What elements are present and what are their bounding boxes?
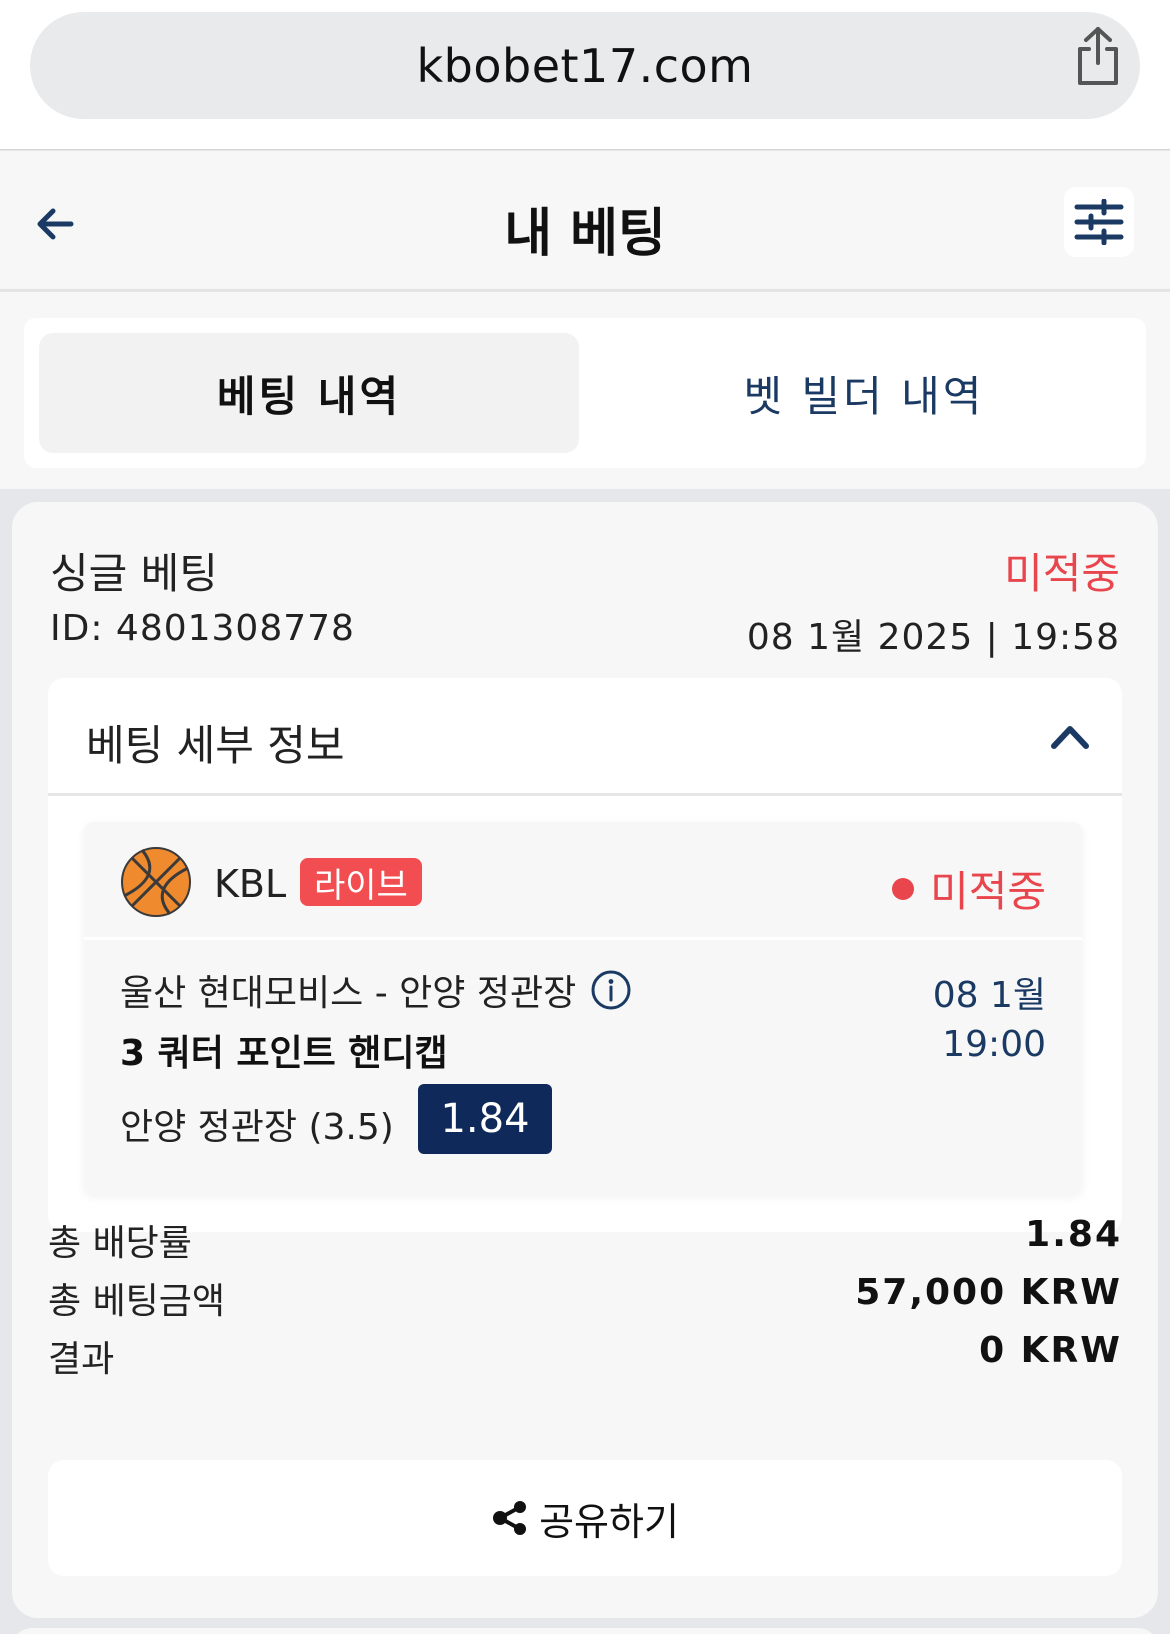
- collapse-button[interactable]: [1048, 714, 1092, 758]
- summary-label: 결과: [48, 1339, 115, 1380]
- summary-value: 0 KRW: [979, 1330, 1122, 1371]
- url-bar[interactable]: kbobet17.com: [30, 12, 1140, 119]
- market-name: 3 쿼터 포인트 핸디캡: [120, 1033, 448, 1074]
- basketball-icon: [121, 847, 191, 917]
- event-card: KBL 라이브 미적중 울산 현대모비스 - 안양 정관장 08 1월 3 쿼터…: [84, 822, 1082, 1194]
- summary-total-odds: 총 배당률 1.84: [48, 1214, 1122, 1264]
- bet-details-header[interactable]: 베팅 세부 정보: [48, 678, 1122, 796]
- url-text: kbobet17.com: [416, 38, 754, 93]
- next-bet-card: [12, 1628, 1158, 1634]
- bet-id: ID: 4801308778: [50, 608, 355, 649]
- bet-datetime: 08 1월 2025 | 19:58: [746, 617, 1120, 658]
- bet-details-panel: 베팅 세부 정보 KBL 라이브 미적중 울산 현대모비스 - 안양 정관장 0…: [48, 678, 1122, 1232]
- league-name: KBL: [214, 862, 287, 906]
- event-header: KBL 라이브 미적중: [84, 822, 1082, 940]
- event-status: 미적중: [892, 858, 1046, 919]
- page-title: 내 베팅: [504, 204, 666, 264]
- browser-chrome: kbobet17.com: [0, 0, 1170, 150]
- filter-sliders-icon: [1074, 199, 1124, 245]
- summary-label: 총 베팅금액: [48, 1281, 226, 1322]
- bet-status: 미적중: [1004, 549, 1120, 598]
- summary-value: 57,000 KRW: [855, 1272, 1122, 1313]
- share-button[interactable]: 공유하기: [48, 1460, 1122, 1576]
- summary-total-stake: 총 베팅금액 57,000 KRW: [48, 1272, 1122, 1322]
- bet-card: 싱글 베팅 미적중 ID: 4801308778 08 1월 2025 | 19…: [12, 502, 1158, 1618]
- tab-bet-builder-history[interactable]: 벳 빌더 내역: [594, 333, 1134, 453]
- event-status-label: 미적중: [930, 867, 1046, 916]
- summary-result: 결과 0 KRW: [48, 1330, 1122, 1380]
- live-badge: 라이브: [300, 858, 422, 906]
- browser-share-button[interactable]: [1068, 26, 1128, 86]
- filter-button[interactable]: [1064, 187, 1134, 257]
- share-label: 공유하기: [539, 1499, 679, 1544]
- tabs-section: 베팅 내역 벳 빌더 내역: [0, 292, 1170, 489]
- share-nodes-icon: [493, 1501, 527, 1535]
- odds-badge: 1.84: [418, 1084, 552, 1154]
- match-teams: 울산 현대모비스 - 안양 정관장: [120, 973, 577, 1014]
- selection: 안양 정관장 (3.5): [120, 1107, 394, 1148]
- summary-value: 1.84: [1025, 1214, 1122, 1255]
- summary-label: 총 배당률: [48, 1223, 192, 1264]
- status-dot: [892, 877, 915, 900]
- tab-bet-history[interactable]: 베팅 내역: [39, 333, 579, 453]
- bet-type: 싱글 베팅: [50, 549, 218, 598]
- page-header: 내 베팅: [0, 151, 1170, 291]
- info-icon[interactable]: [590, 969, 632, 1011]
- chevron-up-icon: [1051, 726, 1089, 749]
- match-time: 19:00: [942, 1024, 1046, 1065]
- bet-details-title: 베팅 세부 정보: [86, 721, 345, 770]
- match-date: 08 1월: [932, 975, 1046, 1016]
- share-icon: [1078, 27, 1118, 85]
- tab-bar: 베팅 내역 벳 빌더 내역: [24, 318, 1146, 468]
- match-name: 울산 현대모비스 - 안양 정관장: [120, 964, 632, 1016]
